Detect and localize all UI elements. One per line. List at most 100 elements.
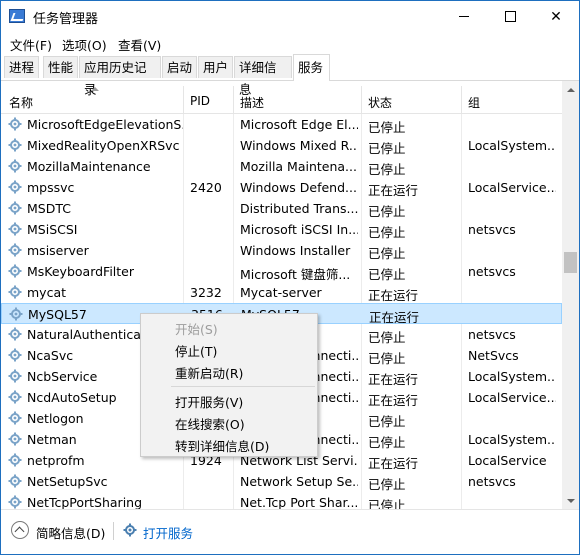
service-gear-icon [8, 243, 22, 257]
service-name: NetSetupSvc [27, 474, 108, 489]
service-group: LocalService... [468, 390, 556, 405]
service-row[interactable]: MixedRealityOpenXRSvc Windows Mixed R... 已… [1, 135, 562, 156]
service-gear-icon [8, 411, 22, 425]
service-gear-icon [8, 117, 22, 131]
footer-divider [113, 522, 114, 540]
ctx-go-to-details[interactable]: 转到详细信息(D) [175, 436, 269, 455]
service-gear-icon [8, 222, 22, 236]
tab-users[interactable]: 用户 [198, 56, 233, 78]
ctx-restart[interactable]: 重新启动(R) [175, 363, 243, 382]
service-row[interactable]: NetSetupSvc Network Setup Se... 已停止 netsvcs [1, 471, 562, 492]
tab-startup[interactable]: 启动 [162, 56, 197, 78]
service-name: msiserver [27, 243, 89, 258]
ctx-open-services[interactable]: 打开服务(V) [175, 392, 243, 411]
service-status: 已停止 [368, 351, 406, 366]
service-row[interactable]: MicrosoftEdgeElevationS... Microsoft Edge… [1, 114, 562, 135]
column-header: 名称 PID 描述 状态 组 [1, 81, 562, 114]
service-gear-icon [8, 348, 22, 362]
service-row[interactable]: MsKeyboardFilter Microsoft 键盘筛... 已停止 netsv… [1, 261, 562, 282]
service-status: 已停止 [368, 498, 406, 509]
tab-strip: 进程 性能 应用历史记录 启动 用户 详细信息 服务 [1, 54, 579, 97]
service-gear-icon [8, 495, 22, 509]
service-status: 已停止 [368, 267, 406, 282]
title-bar[interactable]: 任务管理器 ✕ [1, 1, 579, 32]
menu-view[interactable]: 查看(V) [118, 35, 161, 54]
tab-services[interactable]: 服务 [293, 54, 330, 81]
service-name: mycat [27, 285, 67, 300]
service-description: Mozilla Maintena... [240, 159, 357, 174]
column-name[interactable]: 名称 [9, 94, 33, 111]
service-gear-icon [8, 264, 22, 278]
service-group: NetSvcs [468, 348, 519, 363]
service-description: Network Setup Se... [240, 474, 358, 489]
column-status[interactable]: 状态 [368, 94, 392, 111]
service-gear-icon [8, 201, 22, 215]
service-row[interactable]: NetTcpPortSharing Net.Tcp Port Shar... 已停止 [1, 492, 562, 509]
column-divider[interactable] [233, 86, 234, 113]
ctx-stop[interactable]: 停止(T) [175, 341, 217, 360]
service-status: 已停止 [368, 246, 406, 261]
service-gear-icon [8, 453, 22, 467]
service-row[interactable]: MozillaMaintenance Mozilla Maintena... 已停止 [1, 156, 562, 177]
service-description: Mycat-server [240, 285, 322, 300]
service-status: 已停止 [368, 414, 406, 429]
service-row[interactable]: MSiSCSI Microsoft iSCSI In... 已停止 netsvcs [1, 219, 562, 240]
service-pid: 3232 [190, 285, 222, 300]
service-gear-icon [8, 474, 22, 488]
service-description: Distributed Trans... [240, 201, 358, 216]
column-description[interactable]: 描述 [240, 94, 264, 111]
scroll-up-arrow-icon[interactable] [562, 81, 579, 98]
close-icon: ✕ [550, 8, 562, 25]
service-status: 已停止 [368, 141, 406, 156]
service-group: netsvcs [468, 327, 516, 342]
tab-details[interactable]: 详细信息 [234, 56, 292, 97]
ctx-separator [171, 386, 315, 387]
maximize-button[interactable] [487, 1, 533, 32]
column-divider[interactable] [183, 86, 184, 113]
column-pid[interactable]: PID [190, 94, 210, 108]
menu-options[interactable]: 选项(O) [62, 35, 107, 54]
service-gear-icon [9, 307, 23, 321]
tab-processes[interactable]: 进程 [4, 56, 39, 78]
service-group: LocalSystem... [468, 432, 556, 447]
tab-performance[interactable]: 性能 [43, 56, 78, 78]
column-divider[interactable] [361, 86, 362, 113]
ctx-start[interactable]: 开始(S) [175, 319, 218, 338]
menu-file[interactable]: 文件(F) [10, 35, 52, 54]
chevron-up-circle-icon[interactable] [11, 521, 29, 539]
sort-ascending-icon [91, 87, 99, 91]
service-name: MsKeyboardFilter [27, 264, 135, 279]
service-group: netsvcs [468, 474, 516, 489]
fewer-details-link[interactable]: 简略信息(D) [36, 523, 105, 542]
column-group[interactable]: 组 [468, 94, 480, 111]
service-status: 已停止 [368, 435, 406, 450]
service-gear-icon [8, 369, 22, 383]
minimize-icon [459, 16, 469, 17]
service-pid: 2420 [190, 180, 222, 195]
service-gear-icon [8, 327, 22, 341]
service-status: 正在运行 [368, 372, 419, 387]
service-row[interactable]: MSDTC Distributed Trans... 已停止 [1, 198, 562, 219]
services-gear-icon [123, 523, 137, 537]
service-status: 已停止 [368, 330, 406, 345]
service-group: LocalService... [468, 180, 556, 195]
vertical-scrollbar[interactable] [562, 81, 579, 509]
service-status: 已停止 [368, 204, 406, 219]
service-group: LocalSystem... [468, 369, 556, 384]
close-button[interactable]: ✕ [533, 1, 579, 32]
service-row[interactable]: mpssvc 2420 Windows Defend... 正在运行 LocalServ… [1, 177, 562, 198]
scrollbar-thumb[interactable] [564, 252, 577, 273]
service-row[interactable]: msiserver Windows Installer 已停止 [1, 240, 562, 261]
minimize-button[interactable] [441, 1, 487, 32]
service-name: MozillaMaintenance [27, 159, 151, 174]
service-group: netsvcs [468, 222, 516, 237]
ctx-search-online[interactable]: 在线搜索(O) [175, 414, 245, 433]
service-status: 正在运行 [368, 288, 419, 303]
scroll-down-arrow-icon[interactable] [562, 492, 579, 509]
service-group: LocalSystem... [468, 138, 556, 153]
service-row[interactable]: mycat 3232 Mycat-server 正在运行 [1, 282, 562, 303]
service-gear-icon [8, 159, 22, 173]
tab-app-history[interactable]: 应用历史记录 [79, 56, 161, 97]
column-divider[interactable] [461, 86, 462, 113]
open-services-link[interactable]: 打开服务 [143, 523, 193, 542]
